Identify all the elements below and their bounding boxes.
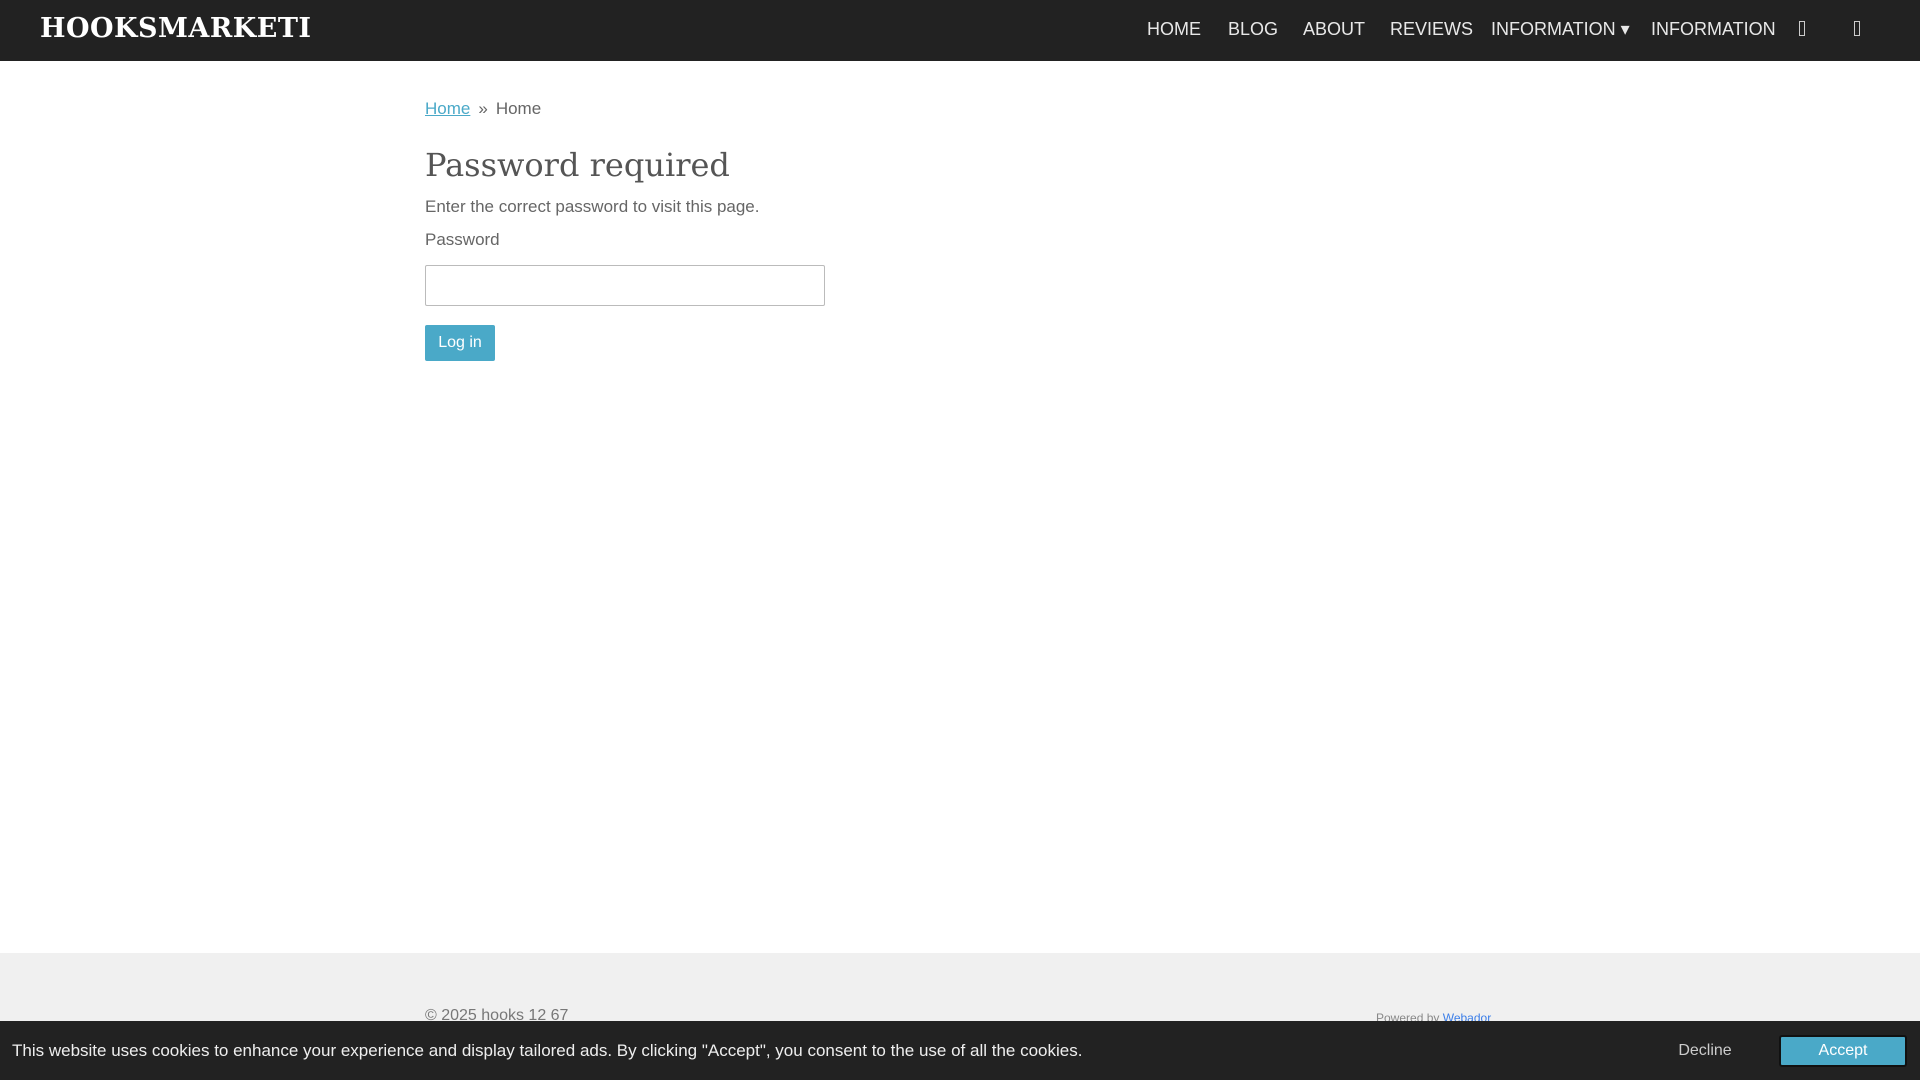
password-input[interactable] (425, 265, 825, 306)
nav-information-dropdown[interactable]: INFORMATION ▾ (1491, 19, 1630, 40)
breadcrumb-home-link[interactable]: Home (425, 99, 470, 118)
accept-button[interactable]: Accept (1779, 1035, 1907, 1067)
breadcrumb-current: Home (495, 99, 542, 118)
page-description: Enter the correct password to visit this… (425, 197, 760, 216)
breadcrumb: Home » Home (425, 99, 541, 119)
account-icon[interactable] (1799, 21, 1805, 36)
nav-about[interactable]: ABOUT (1303, 19, 1365, 40)
breadcrumb-separator: » (478, 99, 488, 118)
nav-information[interactable]: INFORMATION (1651, 19, 1776, 40)
login-button[interactable]: Log in (425, 325, 495, 361)
nav-blog[interactable]: BLOG (1228, 19, 1278, 40)
decline-button[interactable]: Decline (1660, 1038, 1750, 1064)
nav-home[interactable]: HOME (1147, 19, 1201, 40)
cookie-text: This website uses cookies to enhance you… (12, 1041, 1083, 1060)
page-title: Password required (425, 146, 730, 184)
site-logo[interactable]: HOOKSMARKETI (40, 13, 312, 44)
cart-icon[interactable] (1854, 21, 1860, 36)
site-header: HOOKSMARKETI HOME BLOG ABOUT REVIEWS INF… (0, 0, 1920, 61)
cookie-banner: This website uses cookies to enhance you… (0, 1021, 1920, 1080)
nav-reviews[interactable]: REVIEWS (1390, 19, 1473, 40)
password-label: Password (425, 230, 500, 249)
